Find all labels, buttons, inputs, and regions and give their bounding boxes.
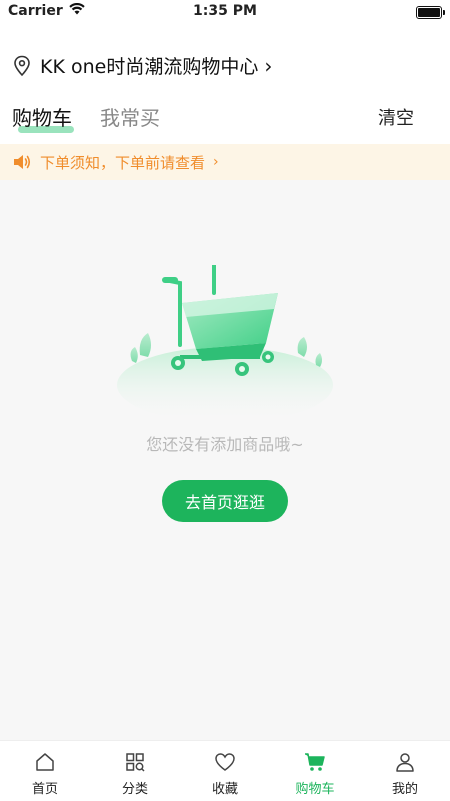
store-location[interactable]: KK one时尚潮流购物中心 › <box>12 52 272 79</box>
go-home-button[interactable]: 去首页逛逛 <box>162 480 288 522</box>
clear-cart-button[interactable]: 清空 <box>378 104 414 130</box>
tabbar-label: 我的 <box>391 782 418 797</box>
location-pin-icon <box>14 55 30 76</box>
category-icon <box>126 753 145 772</box>
battery-icon <box>416 6 445 19</box>
store-name: KK one时尚潮流购物中心 <box>40 56 259 78</box>
cart-icon <box>305 753 325 771</box>
tabbar-label: 收藏 <box>211 782 238 797</box>
tabbar-item-profile[interactable]: 我的 <box>360 741 450 801</box>
cart-header: KK one时尚潮流购物中心 › 购物车 我常买 清空 下单须知，下单前请查看 … <box>0 24 450 180</box>
tab-label: 购物车 <box>12 106 72 130</box>
empty-cart: 您还没有添加商品哦~ 去首页逛逛 <box>0 180 450 740</box>
tabbar-label: 购物车 <box>295 782 335 797</box>
status-bar: Carrier 1:35 PM <box>0 0 450 24</box>
tabbar-item-category[interactable]: 分类 <box>90 741 180 801</box>
chevron-right-icon: › <box>264 53 273 78</box>
tab-shopping-cart[interactable]: 购物车 <box>12 102 74 133</box>
tabbar-label: 分类 <box>121 782 148 797</box>
home-icon <box>36 753 54 771</box>
empty-cart-illustration <box>117 265 333 415</box>
status-time: 1:35 PM <box>193 3 257 19</box>
cart-tabs: 购物车 我常买 <box>12 102 188 138</box>
heart-icon <box>215 753 235 771</box>
order-notice-banner[interactable]: 下单须知，下单前请查看 › <box>0 144 450 180</box>
profile-icon <box>396 753 414 772</box>
tab-frequently-bought[interactable]: 我常买 <box>100 102 160 131</box>
tabbar-item-favorites[interactable]: 收藏 <box>180 741 270 801</box>
tabbar-item-home[interactable]: 首页 <box>0 741 90 801</box>
bottom-tab-bar: 首页 分类 收藏 购物车 我的 <box>0 740 450 801</box>
notice-text: 下单须知，下单前请查看 <box>40 153 206 172</box>
speaker-icon <box>14 155 31 169</box>
chevron-right-icon: › <box>213 154 219 170</box>
tabbar-item-cart[interactable]: 购物车 <box>270 741 360 801</box>
tab-label: 我常买 <box>100 106 160 130</box>
tabbar-label: 首页 <box>31 782 58 797</box>
empty-cart-message: 您还没有添加商品哦~ <box>146 435 304 454</box>
